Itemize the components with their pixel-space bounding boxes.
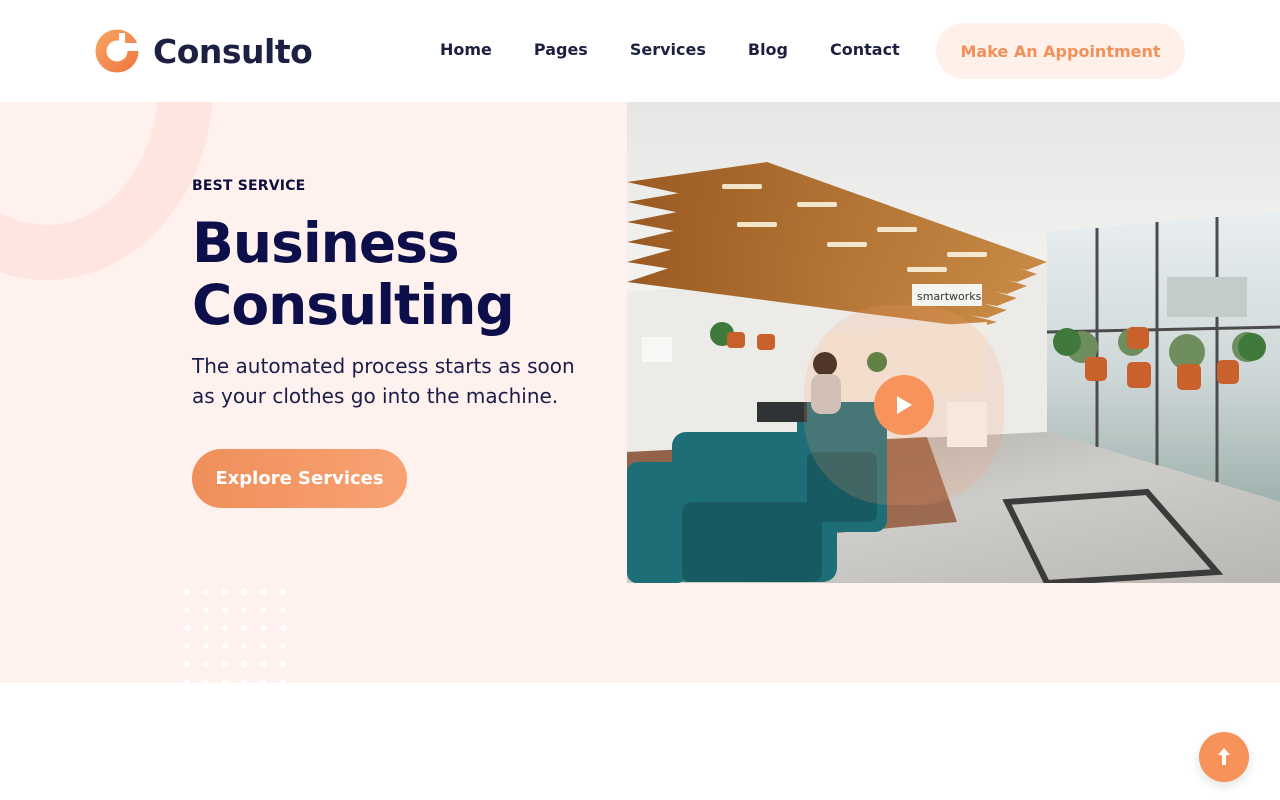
hero-eyebrow: BEST SERVICE xyxy=(192,178,306,194)
decorative-ring xyxy=(0,102,213,280)
hero-section: BEST SERVICE Business Consulting The aut… xyxy=(0,102,1280,683)
logo[interactable]: Consulto xyxy=(95,29,313,73)
explore-services-button[interactable]: Explore Services xyxy=(192,449,407,508)
hero-title-line1: Business xyxy=(192,211,460,275)
make-appointment-button[interactable]: Make An Appointment xyxy=(936,23,1185,79)
hero-title-line2: Consulting xyxy=(192,273,515,337)
hero-subtitle: The automated process starts as soon as … xyxy=(192,354,575,408)
hero-title: Business Consulting xyxy=(192,212,612,336)
site-header: Consulto Home Pages Services Blog Contac… xyxy=(0,0,1280,102)
arrow-up-icon xyxy=(1218,748,1230,765)
nav-item-home[interactable]: Home xyxy=(440,40,492,59)
brand-name: Consulto xyxy=(153,31,313,71)
office-sign-text: smartworks xyxy=(917,290,982,303)
nav-item-pages[interactable]: Pages xyxy=(534,40,588,59)
nav-item-contact[interactable]: Contact xyxy=(830,40,900,59)
scroll-to-top-button[interactable] xyxy=(1199,732,1249,782)
play-video-button[interactable] xyxy=(874,375,934,435)
main-nav: Home Pages Services Blog Contact xyxy=(440,40,942,59)
logo-icon xyxy=(95,29,139,73)
play-icon xyxy=(897,396,912,414)
nav-item-blog[interactable]: Blog xyxy=(748,40,788,59)
hero-image: smartworks xyxy=(627,102,1280,583)
dot-pattern xyxy=(184,589,286,683)
nav-item-services[interactable]: Services xyxy=(630,40,706,59)
office-illustration: smartworks xyxy=(627,102,1280,583)
